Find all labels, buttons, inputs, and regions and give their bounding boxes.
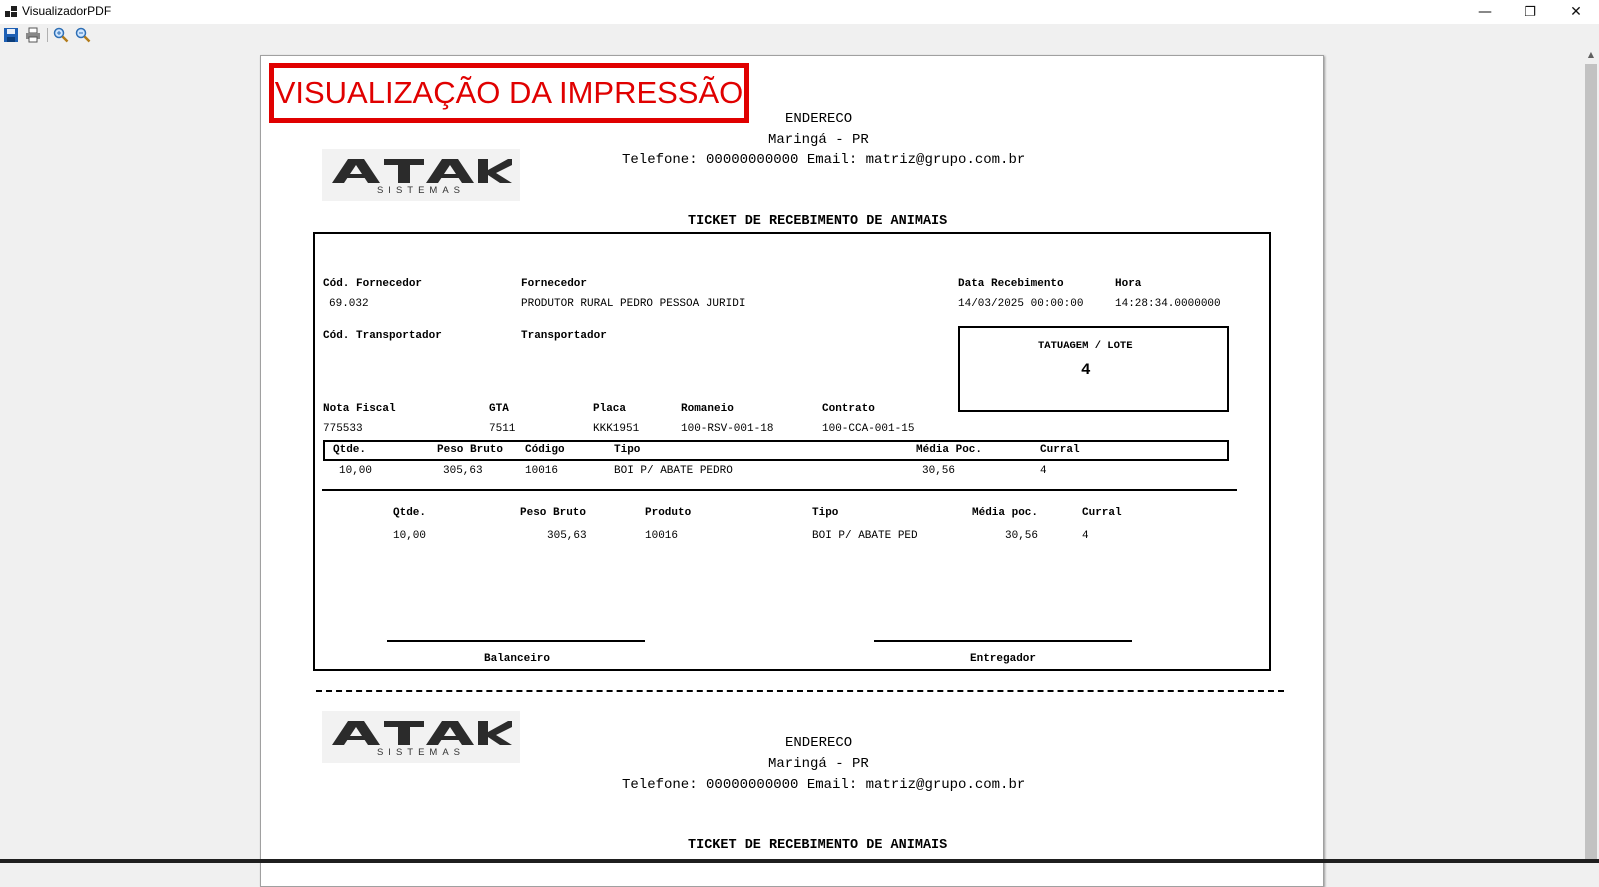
- table2-header: Tipo: [812, 507, 839, 519]
- table1-header: Código: [525, 444, 565, 456]
- table1-header: Tipo: [614, 444, 641, 456]
- table1-cell: 4: [1040, 465, 1047, 477]
- print-preview-watermark: VISUALIZAÇÃO DA IMPRESSÃO: [269, 63, 749, 123]
- signature-label-balanceiro: Balanceiro: [484, 653, 551, 665]
- tatuagem-lote-box: [958, 326, 1229, 412]
- table1-header: Peso Bruto: [437, 444, 504, 456]
- value-fornecedor: PRODUTOR RURAL PEDRO PESSOA JURIDI: [521, 298, 746, 310]
- table1-cell: 10016: [525, 465, 559, 477]
- logo-subtitle: SISTEMAS: [376, 185, 466, 196]
- table2-header: Produto: [645, 507, 692, 519]
- vertical-scrollbar[interactable]: ▲: [1583, 46, 1599, 860]
- label-hora: Hora: [1115, 278, 1142, 290]
- label-data-recebimento: Data Recebimento: [958, 278, 1064, 290]
- table2-cell: 10,00: [393, 530, 427, 542]
- ticket-title: TICKET DE RECEBIMENTO DE ANIMAIS: [688, 838, 948, 853]
- scroll-up-icon[interactable]: ▲: [1583, 46, 1599, 62]
- company-contact: Telefone: 00000000000 Email: matriz@grup…: [622, 152, 1026, 168]
- app-icon: [5, 6, 17, 18]
- company-logo: SISTEMAS: [322, 711, 520, 763]
- table2-header: Curral: [1082, 507, 1122, 519]
- table1-cell: 10,00: [339, 465, 373, 477]
- scrollbar-thumb[interactable]: [1585, 64, 1597, 860]
- table2-header: Qtde.: [393, 507, 427, 519]
- value-gta: 7511: [489, 423, 516, 435]
- print-icon[interactable]: [25, 27, 41, 43]
- restore-button[interactable]: ❐: [1507, 0, 1553, 24]
- label-tatuagem-lote: TATUAGEM / LOTE: [1038, 340, 1133, 352]
- table2-cell: 305,63: [547, 530, 587, 542]
- save-icon[interactable]: [3, 27, 19, 43]
- table2-cell: 10016: [645, 530, 679, 542]
- label-placa: Placa: [593, 403, 627, 415]
- label-cod-transportador: Cód. Transportador: [323, 330, 442, 342]
- table1-cell: 305,63: [443, 465, 483, 477]
- value-tatuagem-lote: 4: [1081, 361, 1091, 379]
- value-nota-fiscal: 775533: [323, 423, 363, 435]
- company-logo: SISTEMAS: [322, 149, 520, 201]
- table1-header: Curral: [1040, 444, 1080, 456]
- minimize-button[interactable]: —: [1462, 0, 1508, 24]
- label-cod-fornecedor: Cód. Fornecedor: [323, 278, 423, 290]
- value-hora: 14:28:34.0000000: [1115, 298, 1221, 310]
- label-nota-fiscal: Nota Fiscal: [323, 403, 396, 415]
- toolbar-separator: [47, 28, 48, 42]
- company-city: Maringá - PR: [768, 132, 869, 148]
- table2-cell: 4: [1082, 530, 1089, 542]
- close-button[interactable]: ✕: [1553, 0, 1599, 24]
- table1-cell: 30,56: [922, 465, 956, 477]
- window-title: VisualizadorPDF: [22, 4, 112, 18]
- bottom-edge: [0, 859, 1599, 863]
- signature-line-left: [387, 640, 645, 642]
- table1-header: Média Poc.: [916, 444, 983, 456]
- value-placa: KKK1951: [593, 423, 640, 435]
- table1-header: Qtde.: [333, 444, 367, 456]
- label-contrato: Contrato: [822, 403, 875, 415]
- table2-header: Peso Bruto: [520, 507, 587, 519]
- toolbar: [0, 24, 1599, 46]
- label-fornecedor: Fornecedor: [521, 278, 588, 290]
- zoom-in-icon[interactable]: [53, 27, 69, 43]
- signature-label-entregador: Entregador: [970, 653, 1037, 665]
- logo-subtitle: SISTEMAS: [376, 747, 466, 758]
- title-bar: VisualizadorPDF — ❐ ✕: [0, 0, 1599, 24]
- table2-header: Média poc.: [972, 507, 1039, 519]
- value-data-recebimento: 14/03/2025 00:00:00: [958, 298, 1084, 310]
- cut-line: [316, 690, 1284, 692]
- company-address: ENDERECO: [785, 735, 853, 751]
- label-transportador: Transportador: [521, 330, 607, 342]
- ticket-title: TICKET DE RECEBIMENTO DE ANIMAIS: [688, 214, 948, 229]
- value-cod-fornecedor: 69.032: [329, 298, 369, 310]
- company-contact: Telefone: 00000000000 Email: matriz@grup…: [622, 777, 1026, 793]
- company-city: Maringá - PR: [768, 756, 869, 772]
- label-gta: GTA: [489, 403, 509, 415]
- signature-line-right: [874, 640, 1132, 642]
- zoom-out-icon[interactable]: [75, 27, 91, 43]
- table2-cell: 30,56: [1005, 530, 1039, 542]
- value-romaneio: 100-RSV-001-18: [681, 423, 774, 435]
- table1-cell: BOI P/ ABATE PEDRO: [614, 465, 733, 477]
- divider: [322, 489, 1237, 491]
- table2-cell: BOI P/ ABATE PED: [812, 530, 918, 542]
- company-address: ENDERECO: [785, 111, 853, 127]
- value-contrato: 100-CCA-001-15: [822, 423, 915, 435]
- label-romaneio: Romaneio: [681, 403, 734, 415]
